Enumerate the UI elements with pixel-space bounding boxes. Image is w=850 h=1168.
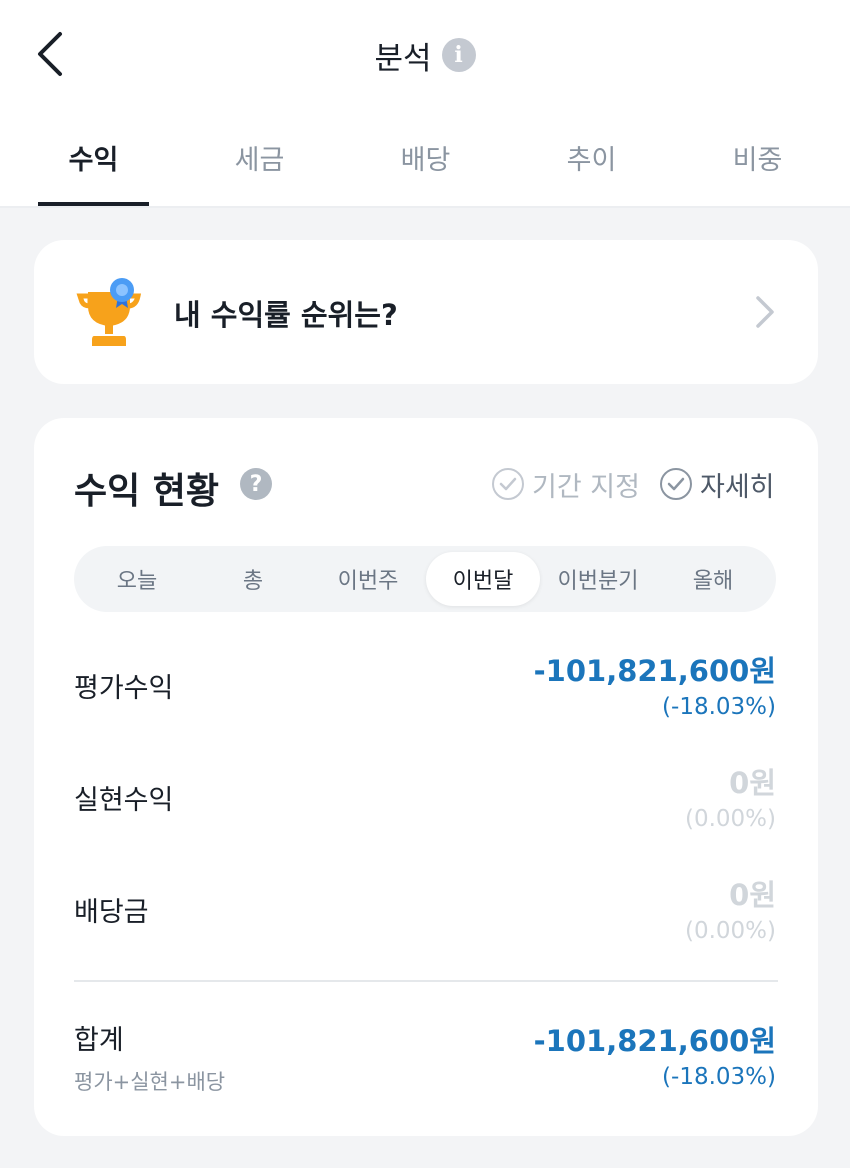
top-bar: 분석 i bbox=[0, 0, 850, 110]
period-select-label: 기간 지정 bbox=[532, 471, 640, 503]
detail-label: 자세히 bbox=[700, 471, 775, 503]
total-amount: -101,821,600원 bbox=[533, 1024, 776, 1058]
period-this-month[interactable]: 이번달 bbox=[426, 552, 540, 606]
title-group: 분석 i bbox=[0, 30, 850, 80]
info-icon[interactable]: i bbox=[441, 38, 476, 72]
profit-rank-card[interactable]: 내 수익률 순위는? bbox=[34, 240, 818, 384]
total-sub-label: 평가+실현+배당 bbox=[74, 1070, 226, 1094]
active-tab-indicator bbox=[38, 202, 149, 206]
question-icon[interactable]: ? bbox=[240, 468, 272, 500]
total-label: 합계 bbox=[74, 1025, 124, 1056]
row-label-dividend: 배당금 bbox=[74, 897, 149, 928]
total-percent: (-18.03%) bbox=[662, 1064, 776, 1090]
tab-tax[interactable]: 세금 bbox=[204, 138, 315, 178]
tab-dividend[interactable]: 배당 bbox=[370, 138, 481, 178]
period-today[interactable]: 오늘 bbox=[80, 552, 194, 606]
chevron-right-icon bbox=[756, 296, 774, 328]
row-label-realized: 실현수익 bbox=[74, 785, 174, 816]
section-title: 수익 현황 bbox=[74, 471, 220, 512]
period-segmented-control: 오늘 총 이번주 이번달 이번분기 올해 bbox=[74, 546, 776, 612]
row-amount-realized: 0원 bbox=[729, 766, 776, 800]
check-circle-icon bbox=[660, 468, 692, 500]
total-divider bbox=[74, 980, 778, 982]
row-percent-dividend: (0.00%) bbox=[684, 918, 776, 944]
period-this-week[interactable]: 이번주 bbox=[311, 552, 425, 606]
row-percent-valuation: (-18.03%) bbox=[662, 694, 776, 720]
period-total[interactable]: 총 bbox=[196, 552, 310, 606]
row-percent-realized: (0.00%) bbox=[684, 806, 776, 832]
detail-option[interactable]: 자세히 bbox=[660, 466, 775, 503]
period-this-quarter[interactable]: 이번분기 bbox=[541, 552, 655, 606]
tab-profit[interactable]: 수익 bbox=[38, 138, 149, 178]
period-this-year[interactable]: 올해 bbox=[656, 552, 770, 606]
tab-weight[interactable]: 비중 bbox=[702, 138, 813, 178]
profit-status-card: 수익 현황 ? 기간 지정 자세히 오늘 총 이번주 이번달 이번분기 올해 평… bbox=[34, 418, 818, 1136]
tab-trend[interactable]: 추이 bbox=[536, 138, 647, 178]
trophy-icon bbox=[76, 278, 142, 346]
row-amount-dividend: 0원 bbox=[729, 878, 776, 912]
check-circle-icon bbox=[492, 468, 524, 500]
analysis-tabs: 수익 세금 배당 추이 비중 bbox=[0, 110, 850, 208]
row-label-valuation: 평가수익 bbox=[74, 673, 174, 704]
page-title: 분석 bbox=[374, 40, 432, 77]
period-select-option[interactable]: 기간 지정 bbox=[492, 466, 640, 503]
row-amount-valuation: -101,821,600원 bbox=[533, 654, 776, 688]
rank-card-label: 내 수익률 순위는? bbox=[174, 298, 398, 332]
